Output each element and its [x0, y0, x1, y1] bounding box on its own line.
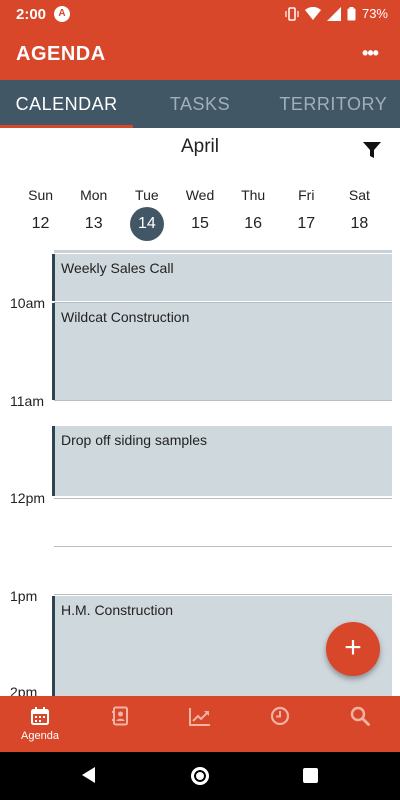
- event-title: Wildcat Construction: [61, 309, 190, 325]
- day-date: 17: [297, 215, 316, 232]
- hour-line: [54, 498, 392, 499]
- system-navigation-bar: [0, 752, 400, 800]
- status-time: 2:00: [16, 6, 47, 23]
- hour-label-2pm: 2pm: [10, 684, 38, 696]
- week-strip: Sun 12 Mon 13 Tue 14 Wed 15 Thu 16 Fri 17 Sat 1…: [14, 185, 386, 241]
- day-name: Mon: [80, 187, 108, 203]
- system-icons: 73%: [285, 6, 388, 21]
- app-title: AGENDA: [16, 43, 106, 65]
- hour-line: [54, 400, 392, 401]
- home-icon[interactable]: [191, 767, 209, 785]
- day-tue-selected[interactable]: Tue 14: [120, 185, 173, 241]
- day-name: Sat: [348, 187, 370, 203]
- day-date: 13: [84, 215, 103, 232]
- tab-tasks[interactable]: TASKS: [133, 80, 266, 128]
- day-name: Tue: [135, 187, 159, 203]
- tab-territory[interactable]: TERRITORY: [267, 80, 400, 128]
- nav-time[interactable]: [240, 696, 320, 752]
- day-name: Thu: [241, 187, 266, 203]
- day-name: Fri: [298, 187, 315, 203]
- day-date: 14: [129, 207, 164, 241]
- timeline-top-divider: [54, 250, 392, 253]
- signal-icon: [326, 6, 341, 21]
- event-weekly-sales-call[interactable]: Weekly Sales Call: [52, 254, 392, 301]
- status-bar: 2:00 A 73%: [0, 0, 400, 30]
- bottom-navigation: Agenda: [0, 696, 400, 752]
- event-drop-off-siding-samples[interactable]: Drop off siding samples: [52, 426, 392, 496]
- day-date: 15: [191, 215, 209, 232]
- event-title: H.M. Construction: [61, 602, 174, 618]
- nav-search[interactable]: [320, 696, 400, 752]
- tab-bar: CALENDAR TASKS TERRITORY: [0, 80, 400, 128]
- battery-percent: 73%: [361, 6, 388, 21]
- event-title: Drop off siding samples: [61, 432, 208, 448]
- app-bar: AGENDA •••: [0, 30, 400, 80]
- nav-agenda[interactable]: Agenda: [0, 696, 80, 752]
- back-icon[interactable]: [82, 767, 95, 783]
- day-sun[interactable]: Sun 12: [14, 185, 67, 241]
- hour-label-10am: 10am: [10, 295, 46, 311]
- day-wed[interactable]: Wed 15: [173, 185, 226, 241]
- day-date: 12: [31, 215, 50, 232]
- hour-line: [54, 594, 392, 595]
- wifi-icon: [304, 6, 321, 20]
- recent-apps-icon[interactable]: [303, 768, 318, 783]
- day-name: Sun: [28, 187, 54, 203]
- day-fri[interactable]: Fri 17: [280, 185, 333, 241]
- day-sat[interactable]: Sat 18: [333, 185, 386, 241]
- add-event-button[interactable]: +: [326, 622, 380, 676]
- contacts-book-icon: [112, 706, 128, 726]
- hour-line: [54, 546, 392, 547]
- hour-label-11am: 11am: [10, 393, 44, 409]
- vibrate-icon: [285, 6, 299, 21]
- nav-label: Agenda: [21, 730, 59, 742]
- month-title: April: [180, 136, 219, 157]
- trending-chart-icon: [189, 708, 210, 726]
- app-notification-icon: A: [54, 6, 70, 22]
- nav-contacts[interactable]: [80, 696, 160, 752]
- hour-label-12pm: 12pm: [10, 490, 46, 506]
- clock-icon: [270, 706, 290, 726]
- battery-icon: [347, 6, 356, 20]
- nav-reports[interactable]: [160, 696, 240, 752]
- event-title: Weekly Sales Call: [61, 260, 174, 276]
- event-wildcat-construction[interactable]: Wildcat Construction: [52, 303, 392, 400]
- calendar-icon: [31, 707, 49, 725]
- filter-icon[interactable]: [362, 140, 382, 160]
- day-date: 18: [350, 215, 369, 232]
- search-icon: [350, 706, 370, 726]
- day-date: 16: [244, 215, 263, 232]
- more-horizontal-icon[interactable]: •••: [358, 42, 382, 66]
- day-thu[interactable]: Thu 16: [227, 185, 280, 241]
- tab-calendar[interactable]: CALENDAR: [0, 80, 134, 128]
- day-mon[interactable]: Mon 13: [67, 185, 120, 241]
- day-name: Wed: [185, 187, 215, 203]
- hour-label-1pm: 1pm: [10, 588, 38, 604]
